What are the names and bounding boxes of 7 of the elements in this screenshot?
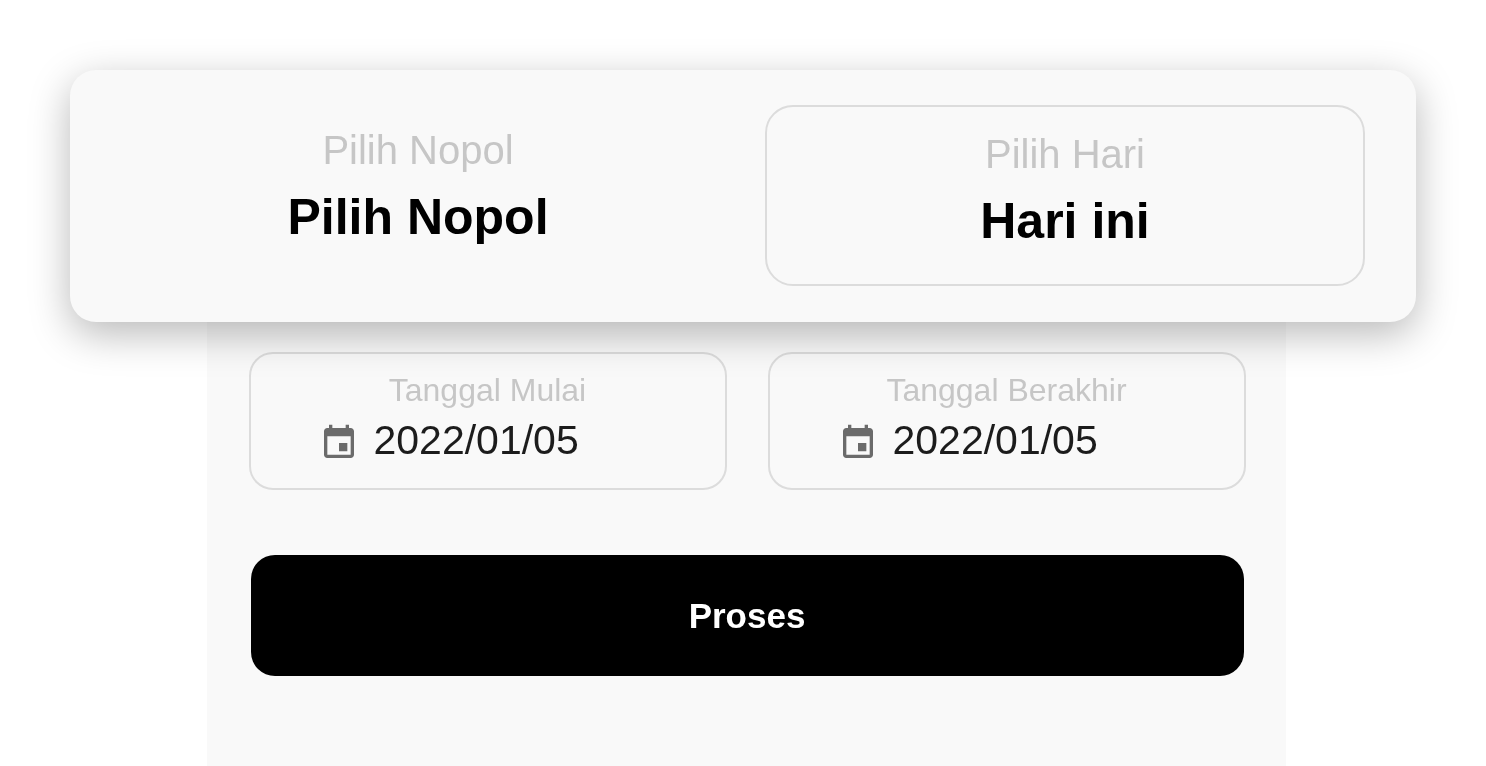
date-value: 2022/01/05: [373, 416, 579, 465]
calendar-icon: [842, 422, 873, 458]
picker-value: Pilih Nopol: [287, 188, 549, 247]
calendar-icon: [323, 422, 354, 458]
process-button[interactable]: Proses: [250, 555, 1244, 676]
picker-value: Hari ini: [980, 192, 1150, 251]
date-value: 2022/01/05: [892, 416, 1098, 465]
